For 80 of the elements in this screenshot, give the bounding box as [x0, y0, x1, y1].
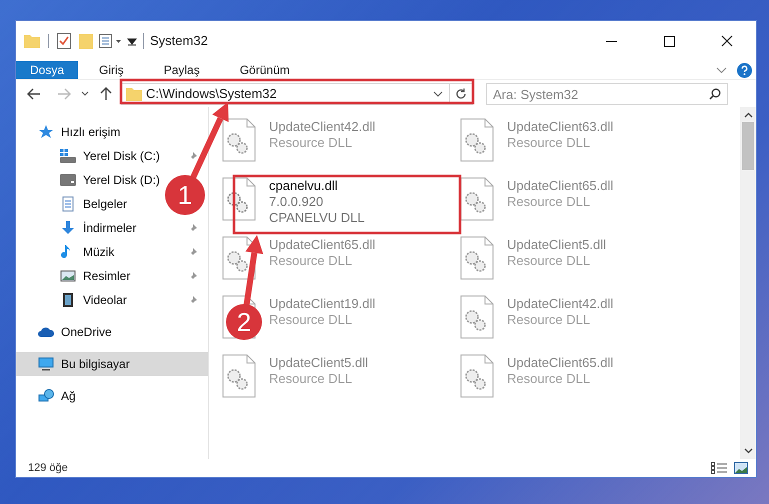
- drive-c-icon: [60, 148, 76, 164]
- file-detail: Resource DLL: [507, 312, 592, 328]
- file-detail: Resource DLL: [507, 135, 592, 151]
- dll-file-icon: [222, 354, 256, 398]
- file-detail: Resource DLL: [269, 253, 354, 269]
- dll-file-icon: [460, 118, 494, 162]
- scrollbar[interactable]: [740, 107, 756, 459]
- properties-icon[interactable]: [57, 33, 71, 49]
- sidebar-item[interactable]: Müzik: [16, 240, 208, 264]
- details-view-icon[interactable]: [711, 462, 727, 474]
- sidebar-item[interactable]: OneDrive: [16, 320, 122, 344]
- scroll-up-icon[interactable]: [744, 112, 752, 118]
- file-name: UpdateClient5.dll: [507, 237, 606, 253]
- download-icon: [60, 220, 76, 236]
- address-bar[interactable]: C:\Windows\System32: [121, 82, 473, 104]
- item-count: 129 öğe: [28, 460, 68, 476]
- chevron-icon[interactable]: [433, 90, 443, 96]
- dll-file-icon: [460, 177, 494, 221]
- file-name: UpdateClient63.dll: [507, 119, 614, 135]
- minimize-icon: [606, 40, 616, 42]
- dll-file-icon: [460, 295, 494, 339]
- ribbon-tab[interactable]: Görünüm: [226, 61, 304, 79]
- refresh-icon[interactable]: [455, 88, 467, 100]
- file-detail: Resource DLL: [269, 135, 354, 151]
- scroll-thumb[interactable]: [742, 122, 754, 170]
- sidebar-item[interactable]: Videolar: [16, 288, 208, 312]
- file-name: UpdateClient65.dll: [507, 355, 614, 371]
- file-detail: CPANELVU DLL: [269, 210, 365, 226]
- ribbon-tab[interactable]: Dosya: [16, 61, 78, 79]
- doc-icon: [60, 196, 76, 212]
- ribbon-tab[interactable]: Giriş: [85, 61, 138, 79]
- dll-file-icon: [222, 118, 256, 162]
- file-name: UpdateClient42.dll: [507, 296, 614, 312]
- file-name: UpdateClient19.dll: [269, 296, 376, 312]
- network-icon: [38, 388, 54, 404]
- file-name: cpanelvu.dll: [269, 178, 339, 194]
- sidebar-item[interactable]: Yerel Disk (C:): [16, 144, 208, 168]
- sidebar-item[interactable]: Resimler: [16, 264, 208, 288]
- file-name: UpdateClient5.dll: [269, 355, 368, 371]
- video-icon: [60, 292, 76, 308]
- file-detail: Resource DLL: [507, 253, 592, 269]
- large-icons-view-icon[interactable]: [734, 462, 748, 474]
- address-text: C:\Windows\System32: [146, 84, 277, 103]
- close-icon: [721, 35, 733, 47]
- drive-icon: [60, 172, 76, 188]
- file-detail: Resource DLL: [269, 312, 354, 328]
- file-detail: Resource DLL: [507, 371, 592, 387]
- scroll-down-icon[interactable]: [744, 448, 752, 454]
- window-title: System32: [150, 32, 208, 50]
- sidebar-item[interactable]: Bu bilgisayar: [16, 352, 208, 376]
- file-name: UpdateClient65.dll: [269, 237, 376, 253]
- pc-icon: [38, 356, 54, 372]
- sidebar-item[interactable]: İndirmeler: [16, 216, 208, 240]
- back-icon[interactable]: [27, 88, 41, 100]
- up-icon[interactable]: [100, 86, 112, 100]
- search-icon[interactable]: [709, 88, 721, 100]
- step-badge: 1: [165, 175, 205, 215]
- sidebar-item[interactable]: Hızlı erişim: [16, 120, 130, 144]
- pictures-icon: [60, 268, 76, 284]
- folder-icon: [126, 86, 142, 100]
- chevron-icon[interactable]: [716, 66, 727, 74]
- help-icon[interactable]: [737, 62, 752, 78]
- maximize-icon: [664, 36, 674, 46]
- star-icon: [38, 124, 54, 140]
- file-detail: Resource DLL: [507, 194, 592, 210]
- dll-file-icon: [460, 236, 494, 280]
- dll-file-icon: [222, 177, 256, 221]
- search-field[interactable]: Ara: System32: [486, 83, 728, 105]
- chevron-icon[interactable]: [81, 91, 89, 96]
- file-name: UpdateClient42.dll: [269, 119, 376, 135]
- dropdown-icon[interactable]: [127, 36, 137, 46]
- sidebar-item[interactable]: Belgeler: [16, 192, 138, 216]
- customize-icon[interactable]: [99, 34, 123, 48]
- file-detail: Resource DLL: [269, 371, 354, 387]
- file-name: UpdateClient65.dll: [507, 178, 614, 194]
- sidebar-item[interactable]: Ağ: [16, 384, 86, 408]
- dll-file-icon: [460, 354, 494, 398]
- file-detail: 7.0.0.920: [269, 194, 324, 210]
- ribbon-tab[interactable]: Paylaş: [150, 61, 214, 79]
- step-badge: 2: [226, 304, 262, 340]
